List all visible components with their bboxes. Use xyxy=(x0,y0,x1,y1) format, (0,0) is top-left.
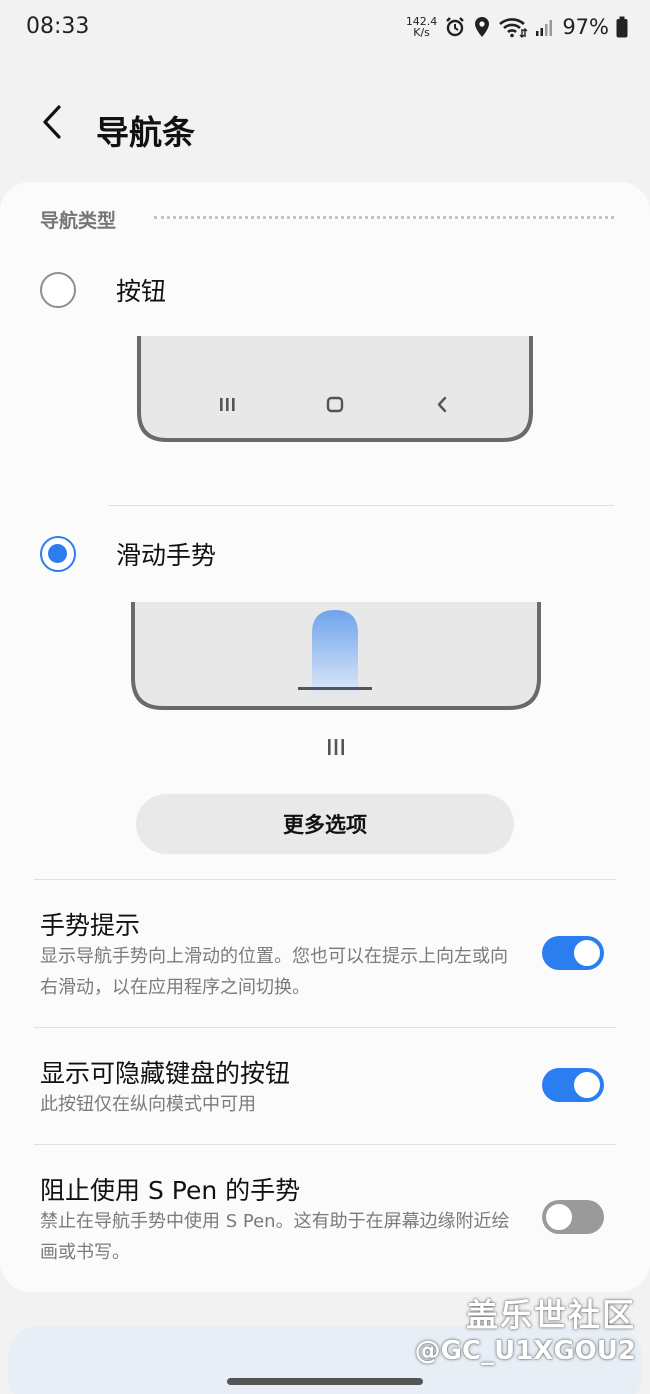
alarm-icon xyxy=(444,16,466,38)
setting-hide-keyboard-button[interactable]: 显示可隐藏键盘的按钮 此按钮仅在纵向模式中可用 xyxy=(0,1046,650,1126)
chevron-left-icon xyxy=(40,104,64,144)
setting-gesture-hint-title: 手势提示 xyxy=(40,911,141,940)
status-icons: 142.4 K/s 97% xyxy=(406,12,628,42)
setting-block-spen-gestures-desc: 禁止在导航手势中使用 S Pen。这有助于在屏幕边缘附近绘画或书写。 xyxy=(40,1211,510,1263)
section-label-nav-type: 导航类型 xyxy=(40,210,117,232)
gesture-preview-image[interactable] xyxy=(128,598,544,718)
section-divider xyxy=(154,216,614,219)
setting-block-spen-gestures[interactable]: 阻止使用 S Pen 的手势 禁止在导航手势中使用 S Pen。这有助于在屏幕边… xyxy=(0,1163,650,1273)
signal-icon xyxy=(535,17,555,37)
home-indicator[interactable] xyxy=(227,1378,423,1385)
toggle-knob xyxy=(544,1202,574,1232)
setting-block-spen-gestures-title: 阻止使用 S Pen 的手势 xyxy=(40,1176,301,1205)
status-time: 08:33 xyxy=(26,14,90,39)
recents-icon xyxy=(220,398,235,411)
battery-icon xyxy=(616,16,628,38)
radio-buttons[interactable] xyxy=(40,272,76,308)
toggle-knob xyxy=(572,1070,602,1100)
net-speed: 142.4 K/s xyxy=(406,16,438,38)
settings-card: 导航类型 按钮 滑动手势 更多选项 手势提示 显示导航手势向上滑动的位置。您也可… xyxy=(0,182,650,1292)
setting-hide-keyboard-button-title: 显示可隐藏键盘的按钮 xyxy=(40,1059,291,1088)
location-icon xyxy=(473,16,491,38)
setting-hide-keyboard-button-desc: 此按钮仅在纵向模式中可用 xyxy=(40,1094,256,1115)
setting-gesture-hint-desc: 显示导航手势向上滑动的位置。您也可以在提示上向左或向右滑动，以在应用程序之间切换… xyxy=(40,946,508,998)
back-button[interactable] xyxy=(30,102,74,146)
toggle-knob xyxy=(572,938,602,968)
app-header: 导航条 xyxy=(0,88,650,168)
buttons-preview-image[interactable] xyxy=(130,332,540,452)
status-bar: 08:33 142.4 K/s 97% xyxy=(0,0,650,56)
setting-divider xyxy=(34,1144,616,1145)
battery-percent: 97% xyxy=(562,15,609,39)
wifi-icon xyxy=(498,16,528,38)
nav-option-swipe-gestures[interactable]: 滑动手势 xyxy=(0,524,650,584)
section-divider xyxy=(34,879,616,880)
nav-option-swipe-gestures-label: 滑动手势 xyxy=(116,541,217,570)
watermark-user: @GC_U1XGOU2 xyxy=(414,1336,636,1366)
toggle-gesture-hint[interactable] xyxy=(542,936,604,970)
nav-option-buttons-label: 按钮 xyxy=(116,277,167,306)
toggle-block-spen-gestures[interactable] xyxy=(542,1200,604,1234)
setting-divider xyxy=(34,1027,616,1028)
gesture-hint-icon xyxy=(328,739,344,755)
option-divider xyxy=(108,505,614,506)
watermark-community: 盖乐世社区 xyxy=(465,1296,636,1334)
setting-gesture-hint[interactable]: 手势提示 显示导航手势向上滑动的位置。您也可以在提示上向左或向右滑动，以在应用程… xyxy=(0,898,650,1008)
page-title: 导航条 xyxy=(96,113,195,152)
more-options-button[interactable]: 更多选项 xyxy=(136,794,514,854)
radio-swipe-gestures[interactable] xyxy=(40,536,76,572)
nav-option-buttons[interactable]: 按钮 xyxy=(0,260,650,320)
swipe-up-gesture-icon xyxy=(312,610,358,694)
toggle-hide-keyboard-button[interactable] xyxy=(542,1068,604,1102)
net-speed-unit: K/s xyxy=(413,26,430,39)
gesture-bar-icon xyxy=(298,687,372,690)
